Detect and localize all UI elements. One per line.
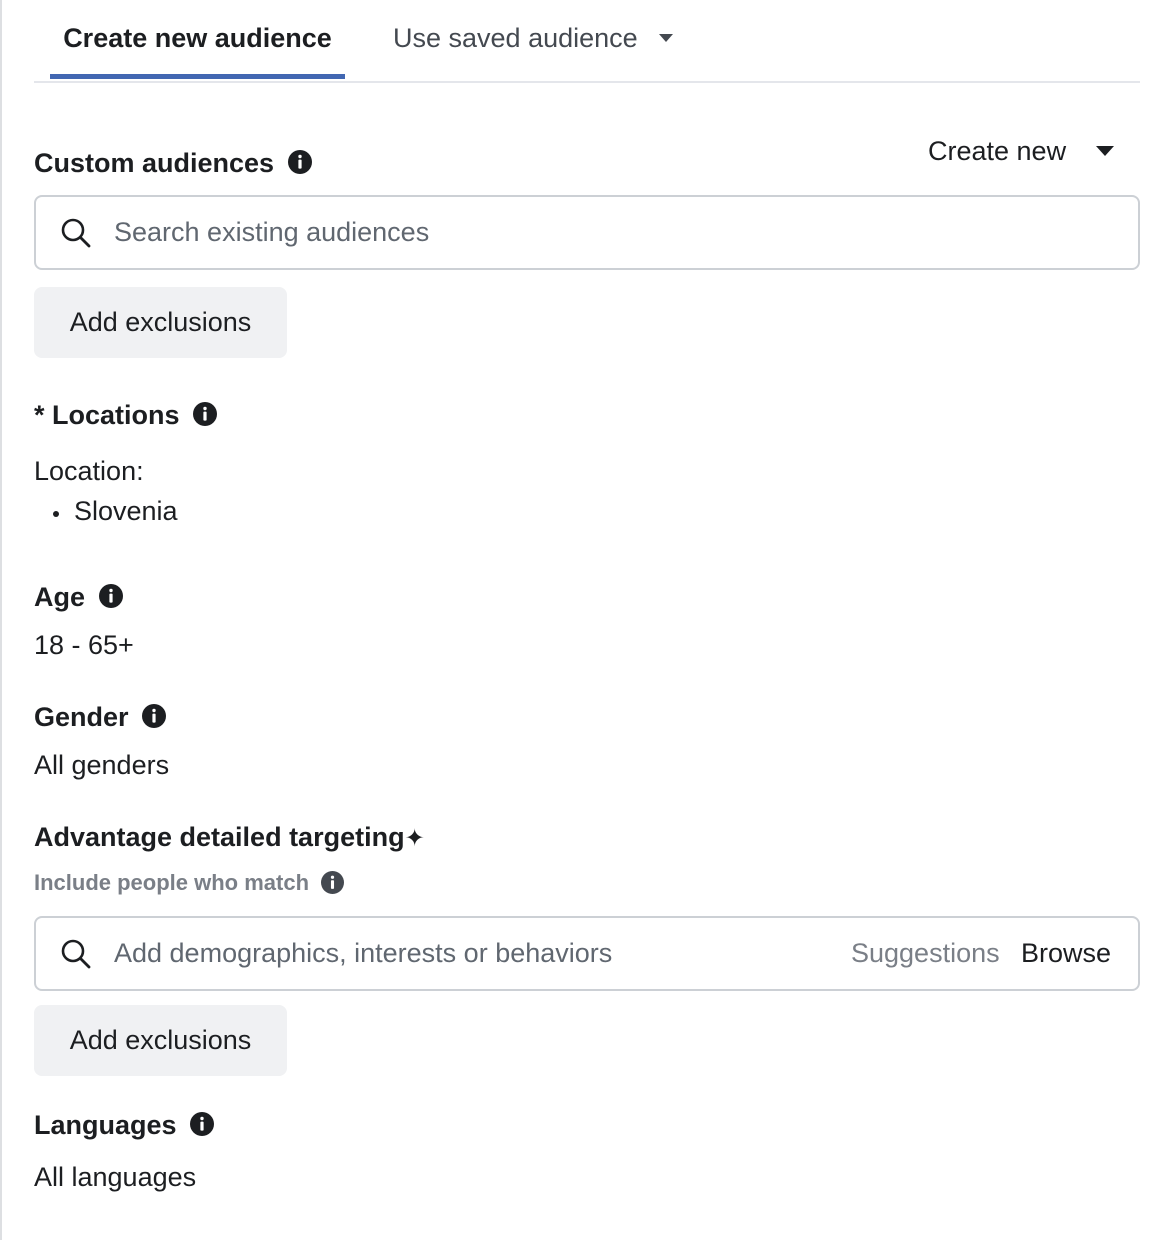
info-icon[interactable] xyxy=(142,704,167,729)
tab-create-new-audience-label: Create new audience xyxy=(63,23,332,53)
custom-audience-search xyxy=(34,195,1140,270)
custom-audiences-title: Custom audiences xyxy=(34,148,312,179)
required-mark: * xyxy=(34,400,45,430)
locations-label: Locations xyxy=(52,400,180,430)
browse-link[interactable]: Browse xyxy=(1021,918,1111,989)
tab-create-new-audience[interactable]: Create new audience xyxy=(50,0,345,79)
info-icon[interactable] xyxy=(287,150,312,175)
info-icon[interactable] xyxy=(190,1112,215,1137)
sparkle-icon: ✦ xyxy=(404,824,425,852)
location-list: Slovenia xyxy=(34,496,178,527)
create-new-label: Create new xyxy=(928,136,1067,166)
search-icon xyxy=(61,218,91,248)
location-item: Slovenia xyxy=(34,496,178,527)
search-icon xyxy=(61,939,91,969)
info-icon[interactable] xyxy=(321,870,345,894)
caret-down-icon xyxy=(1095,145,1114,156)
locations-title: * Locations xyxy=(34,400,218,431)
detailed-targeting-label: Advantage detailed targeting xyxy=(34,822,405,852)
gender-label: Gender xyxy=(34,702,129,732)
add-exclusions-button[interactable]: Add exclusions xyxy=(34,287,287,358)
info-icon[interactable] xyxy=(193,402,218,427)
languages-title: Languages xyxy=(34,1110,215,1141)
add-exclusions-button-detailed[interactable]: Add exclusions xyxy=(34,1005,287,1076)
include-people-label: Include people who match xyxy=(34,870,310,895)
panel-left-border xyxy=(0,0,2,1240)
age-title: Age xyxy=(34,582,123,613)
gender-title: Gender xyxy=(34,702,167,733)
caret-down-icon xyxy=(659,33,674,42)
languages-value: All languages xyxy=(34,1162,197,1192)
audience-tabs: Create new audience Use saved audience xyxy=(34,0,1140,83)
age-label: Age xyxy=(34,582,86,612)
detailed-targeting-search: Suggestions Browse xyxy=(34,916,1140,991)
detailed-targeting-input[interactable] xyxy=(114,918,834,989)
search-existing-audiences-input[interactable] xyxy=(114,197,1114,268)
tab-use-saved-audience-label: Use saved audience xyxy=(393,23,638,53)
gender-value: All genders xyxy=(34,750,170,780)
location-label: Location: xyxy=(34,456,144,486)
info-icon[interactable] xyxy=(98,584,123,609)
custom-audiences-label: Custom audiences xyxy=(34,148,275,178)
detailed-targeting-title: Advantage detailed targeting✦ xyxy=(34,822,425,853)
include-people-title: Include people who match xyxy=(34,870,345,896)
create-new-dropdown[interactable]: Create new xyxy=(928,136,1114,167)
age-value: 18 - 65+ xyxy=(34,630,134,660)
tab-use-saved-audience[interactable]: Use saved audience xyxy=(393,0,674,79)
suggestions-link[interactable]: Suggestions xyxy=(851,918,1000,989)
languages-label: Languages xyxy=(34,1110,177,1140)
